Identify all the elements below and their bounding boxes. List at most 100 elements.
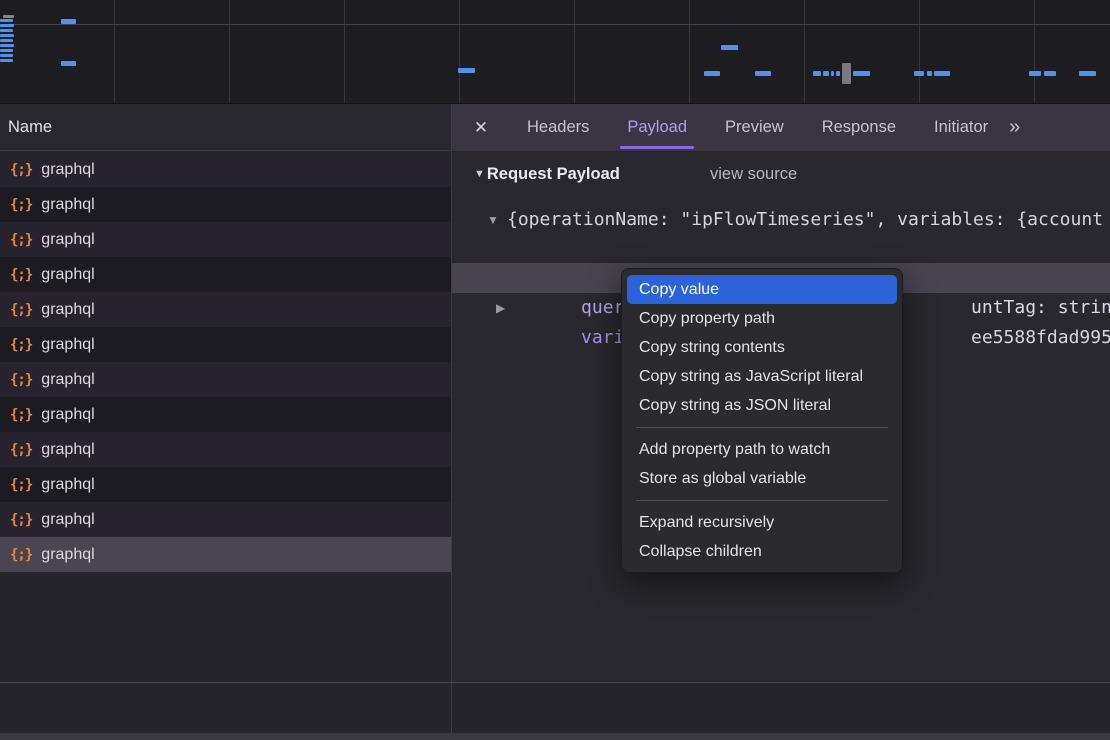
menu-item-label: Add property path to watch	[639, 441, 830, 458]
waterfall-bar	[0, 34, 14, 37]
menu-item-label: Copy property path	[639, 310, 775, 327]
waterfall-bar	[1044, 71, 1056, 76]
json-braces-icon: {;}	[10, 267, 32, 283]
detail-tab[interactable]: Initiator	[915, 104, 1007, 151]
waterfall-bar	[934, 71, 950, 76]
context-menu-item[interactable]: Expand recursively	[627, 508, 897, 537]
detail-tab[interactable]: Preview	[706, 104, 803, 151]
menu-item-label: Store as global variable	[639, 470, 806, 487]
tab-label: Preview	[725, 118, 784, 136]
waterfall-bar	[721, 45, 738, 50]
menu-item-label: Copy string contents	[639, 339, 785, 356]
context-menu-item[interactable]: Store as global variable	[627, 464, 897, 493]
request-name: graphql	[41, 511, 94, 529]
request-row[interactable]: {;} graphql	[0, 537, 452, 572]
close-icon[interactable]: ✕	[468, 118, 494, 138]
context-menu-item[interactable]: Add property path to watch	[627, 435, 897, 464]
gridline	[344, 0, 345, 103]
waterfall-bar	[3, 15, 14, 18]
menu-separator	[636, 427, 888, 428]
request-row[interactable]: {;} graphql	[0, 327, 452, 362]
detail-tab[interactable]: Response	[803, 104, 915, 151]
context-menu-item[interactable]: Copy string as JavaScript literal	[627, 362, 897, 391]
object-preview: {operationName: "ipFlowTimeseries", vari…	[507, 205, 1110, 235]
json-braces-icon: {;}	[10, 337, 32, 353]
detail-tab[interactable]: Payload	[608, 104, 706, 151]
waterfall-bar	[927, 71, 932, 76]
menu-item-label: Copy string as JavaScript literal	[639, 368, 863, 385]
gridline	[1034, 0, 1035, 103]
request-name: graphql	[41, 161, 94, 179]
request-row[interactable]: {;} graphql	[0, 292, 452, 327]
request-row[interactable]: {;} graphql	[0, 152, 452, 187]
request-list: {;} graphql {;} graphql {;} graphql {;} …	[0, 152, 452, 572]
json-braces-icon: {;}	[10, 442, 32, 458]
waterfall-bar	[0, 49, 13, 52]
request-name: graphql	[41, 546, 94, 564]
request-name: graphql	[41, 371, 94, 389]
waterfall-bar	[914, 71, 924, 76]
waterfall-bar	[836, 71, 840, 76]
request-name: graphql	[41, 266, 94, 284]
json-braces-icon: {;}	[10, 477, 32, 493]
menu-item-label: Expand recursively	[639, 514, 774, 531]
tab-label: Response	[822, 118, 896, 136]
request-name: graphql	[41, 196, 94, 214]
waterfall-bar	[0, 54, 13, 57]
detail-tab[interactable]: Headers	[508, 104, 608, 151]
request-row[interactable]: {;} graphql	[0, 432, 452, 467]
more-tabs-icon[interactable]: »	[1009, 116, 1020, 139]
gridline	[574, 0, 575, 103]
gridline	[689, 0, 690, 103]
request-row[interactable]: {;} graphql	[0, 187, 452, 222]
context-menu-item[interactable]: Copy property path	[627, 304, 897, 333]
waterfall-bar	[842, 63, 851, 84]
request-row[interactable]: {;} graphql	[0, 362, 452, 397]
triangle-down-icon[interactable]: ▼	[487, 205, 499, 235]
triangle-right-icon[interactable]: ▶	[496, 293, 505, 323]
request-name: graphql	[41, 406, 94, 424]
waterfall-bar	[1029, 71, 1041, 76]
section-title: Request Payload	[487, 165, 620, 183]
context-menu: Copy value Copy property path Copy strin…	[621, 268, 903, 573]
json-braces-icon: {;}	[10, 372, 32, 388]
request-row[interactable]: {;} graphql	[0, 257, 452, 292]
detail-tabbar: ✕ Headers Payload Preview Response Initi…	[452, 104, 1110, 151]
request-row[interactable]: {;} graphql	[0, 397, 452, 432]
context-menu-item[interactable]: Copy value	[627, 275, 897, 304]
triangle-down-icon[interactable]: ▼	[474, 168, 485, 180]
waterfall-bar	[61, 61, 76, 66]
view-source-link[interactable]: view source	[710, 165, 797, 184]
menu-item-label: Collapse children	[639, 543, 762, 560]
waterfall-bar	[0, 39, 13, 42]
property-value-right: ee5588fdad995178a0	[971, 327, 1110, 348]
waterfall-bar	[61, 19, 76, 24]
context-menu-item[interactable]: Copy string contents	[627, 333, 897, 362]
request-row[interactable]: {;} graphql	[0, 222, 452, 257]
waterfall-bar	[853, 71, 870, 76]
waterfall-bar	[0, 29, 13, 32]
request-name: graphql	[41, 336, 94, 354]
gridline	[459, 0, 460, 103]
gridline	[804, 0, 805, 103]
detail-tabs: Headers Payload Preview Response Initiat…	[508, 104, 1007, 151]
json-braces-icon: {;}	[10, 547, 32, 563]
network-overview-timeline[interactable]	[0, 0, 1110, 104]
request-payload-section[interactable]: ▼Request Payload	[474, 165, 620, 184]
context-menu-item[interactable]: Copy string as JSON literal	[627, 391, 897, 420]
tab-label: Initiator	[934, 118, 988, 136]
waterfall-bar	[704, 71, 720, 76]
request-row[interactable]: {;} graphql	[0, 502, 452, 537]
waterfall-bar	[831, 71, 834, 76]
column-header-name[interactable]: Name	[0, 104, 452, 151]
footer-divider	[0, 682, 1110, 683]
waterfall-bar	[0, 19, 13, 22]
request-name: graphql	[41, 231, 94, 249]
request-name: graphql	[41, 441, 94, 459]
tab-label: Payload	[627, 118, 687, 136]
tab-label: Headers	[527, 118, 589, 136]
context-menu-item[interactable]: Collapse children	[627, 537, 897, 566]
overview-divider-line	[0, 24, 1110, 25]
menu-item-label: Copy string as JSON literal	[639, 397, 831, 414]
request-row[interactable]: {;} graphql	[0, 467, 452, 502]
